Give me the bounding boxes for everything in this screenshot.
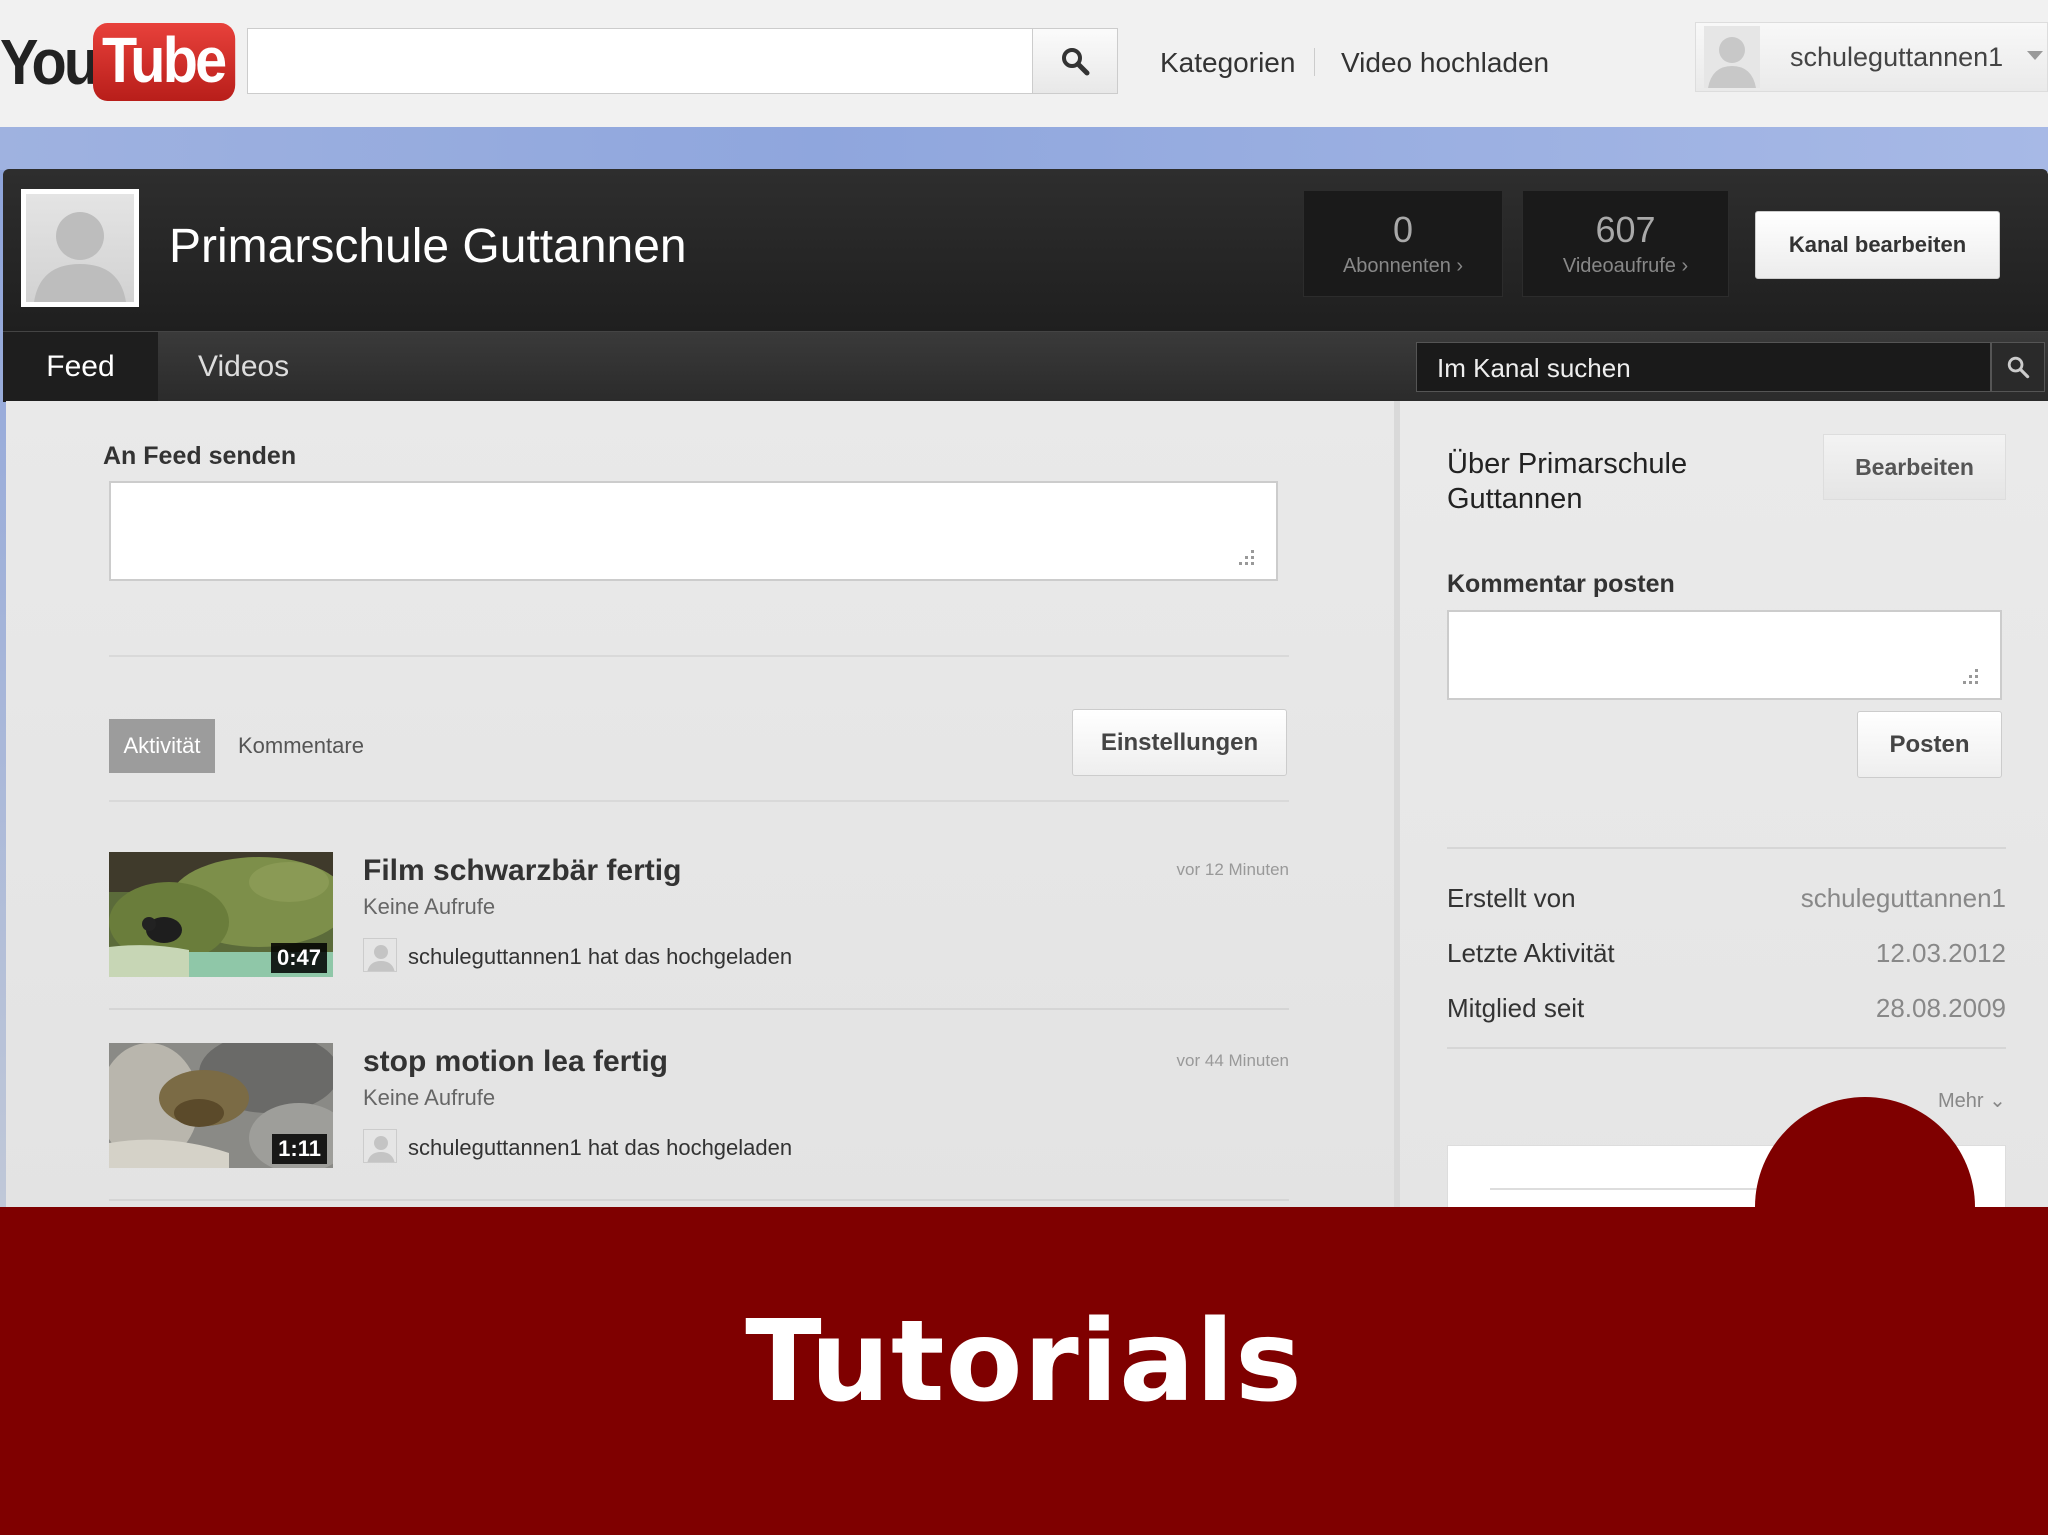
default-avatar-icon: [367, 945, 395, 971]
post-comment-button[interactable]: Posten: [1857, 711, 2002, 778]
info-value-created-by[interactable]: schuleguttannen1: [1801, 883, 2006, 914]
uploader-avatar[interactable]: [363, 938, 397, 972]
default-avatar-icon: [34, 212, 126, 302]
channel-avatar: [21, 189, 139, 307]
search-input[interactable]: [247, 28, 1032, 94]
default-avatar-icon: [367, 1136, 395, 1162]
search-icon: [2007, 356, 2030, 379]
views-count: 607: [1595, 209, 1656, 250]
uploader-text: schuleguttannen1 hat das hochgeladen: [408, 944, 793, 969]
user-avatar: [1704, 26, 1760, 88]
divider: [109, 1008, 1289, 1010]
subscribers-stat[interactable]: 0 Abonnenten ›: [1303, 190, 1503, 297]
comment-label: Kommentar posten: [1447, 570, 1675, 598]
top-bar: You Tube Kategorien Video hochladen schu…: [0, 0, 2048, 127]
more-link[interactable]: Mehr ⌄: [1938, 1088, 2006, 1113]
tutorials-banner: Tutorials: [0, 1207, 2048, 1535]
edit-about-button[interactable]: Bearbeiten: [1823, 434, 2006, 500]
info-label-created-by: Erstellt von: [1447, 883, 1576, 913]
logo-tube-text: Tube: [93, 23, 236, 101]
divider: [1447, 1047, 2006, 1049]
channel-title: Primarschule Guttannen: [169, 220, 687, 273]
info-label-last-activity: Letzte Aktivität: [1447, 938, 1615, 968]
feed-post-input[interactable]: [109, 481, 1278, 581]
video-thumbnail[interactable]: 0:47: [109, 852, 333, 977]
default-avatar-icon: [1708, 37, 1756, 88]
search-button[interactable]: [1032, 28, 1118, 94]
tab-feed[interactable]: Feed: [3, 332, 158, 402]
feed-item: 0:47 Film schwarzbär fertig Keine Aufruf…: [109, 852, 1289, 1042]
video-thumbnail[interactable]: 1:11: [109, 1043, 333, 1168]
feed-post-label: An Feed senden: [103, 442, 297, 470]
comment-input[interactable]: [1447, 610, 2002, 700]
user-menu[interactable]: schuleguttannen1: [1695, 22, 2048, 92]
video-duration: 1:11: [272, 1134, 327, 1164]
about-title: Über Primarschule Guttannen: [1447, 448, 1688, 515]
views-label: Videoaufrufe ›: [1562, 255, 1689, 277]
uploader-text: schuleguttannen1 hat das hochgeladen: [408, 1135, 793, 1160]
youtube-logo[interactable]: You Tube: [0, 20, 251, 104]
nav-categories-link[interactable]: Kategorien: [1160, 47, 1295, 79]
nav-upload-link[interactable]: Video hochladen: [1341, 47, 1549, 79]
uploader-avatar[interactable]: [363, 1129, 397, 1163]
views-stat[interactable]: 607 Videoaufrufe ›: [1522, 190, 1729, 297]
divider: [109, 800, 1289, 802]
resize-grip-icon[interactable]: [1956, 664, 1978, 684]
divider: [109, 655, 1289, 657]
channel-search-button[interactable]: [1991, 342, 2045, 392]
video-title[interactable]: stop motion lea fertig: [363, 1045, 668, 1079]
video-title[interactable]: Film schwarzbär fertig: [363, 854, 681, 888]
tab-videos[interactable]: Videos: [198, 350, 289, 384]
video-timestamp: vor 44 Minuten: [1176, 1051, 1289, 1070]
info-value-member-since: 28.08.2009: [1875, 993, 2006, 1023]
video-views: Keine Aufrufe: [363, 894, 496, 919]
divider: [1490, 1188, 1790, 1190]
divider: [1447, 847, 2006, 849]
filter-activity-tab[interactable]: Aktivität: [109, 719, 215, 773]
subscribers-count: 0: [1392, 209, 1414, 250]
settings-button[interactable]: Einstellungen: [1072, 709, 1287, 776]
filter-comments-tab[interactable]: Kommentare: [238, 733, 364, 759]
banner-title: Tutorials: [745, 1297, 1303, 1427]
background-strip: [0, 127, 2048, 172]
username: schuleguttannen1: [1790, 41, 2004, 72]
info-value-last-activity: 12.03.2012: [1875, 938, 2006, 968]
info-label-member-since: Mitglied seit: [1447, 993, 1585, 1023]
resize-grip-icon[interactable]: [1232, 545, 1254, 565]
channel-header: Primarschule Guttannen 0 Abonnenten › 60…: [3, 169, 2048, 331]
channel-search-input[interactable]: Im Kanal suchen: [1416, 342, 1991, 392]
chevron-down-icon: [2027, 51, 2043, 60]
video-views: Keine Aufrufe: [363, 1085, 496, 1110]
edit-channel-button[interactable]: Kanal bearbeiten: [1755, 211, 2000, 279]
nav-divider: [1314, 48, 1315, 76]
logo-you-text: You: [0, 26, 99, 98]
video-duration: 0:47: [270, 943, 327, 973]
search-icon: [1062, 48, 1090, 76]
divider: [109, 1199, 1289, 1201]
video-timestamp: vor 12 Minuten: [1176, 860, 1289, 879]
channel-nav: Feed Videos Im Kanal suchen: [3, 331, 2048, 402]
subscribers-label: Abonnenten ›: [1342, 255, 1464, 277]
feed-item: 1:11 stop motion lea fertig Keine Aufruf…: [109, 1043, 1289, 1233]
